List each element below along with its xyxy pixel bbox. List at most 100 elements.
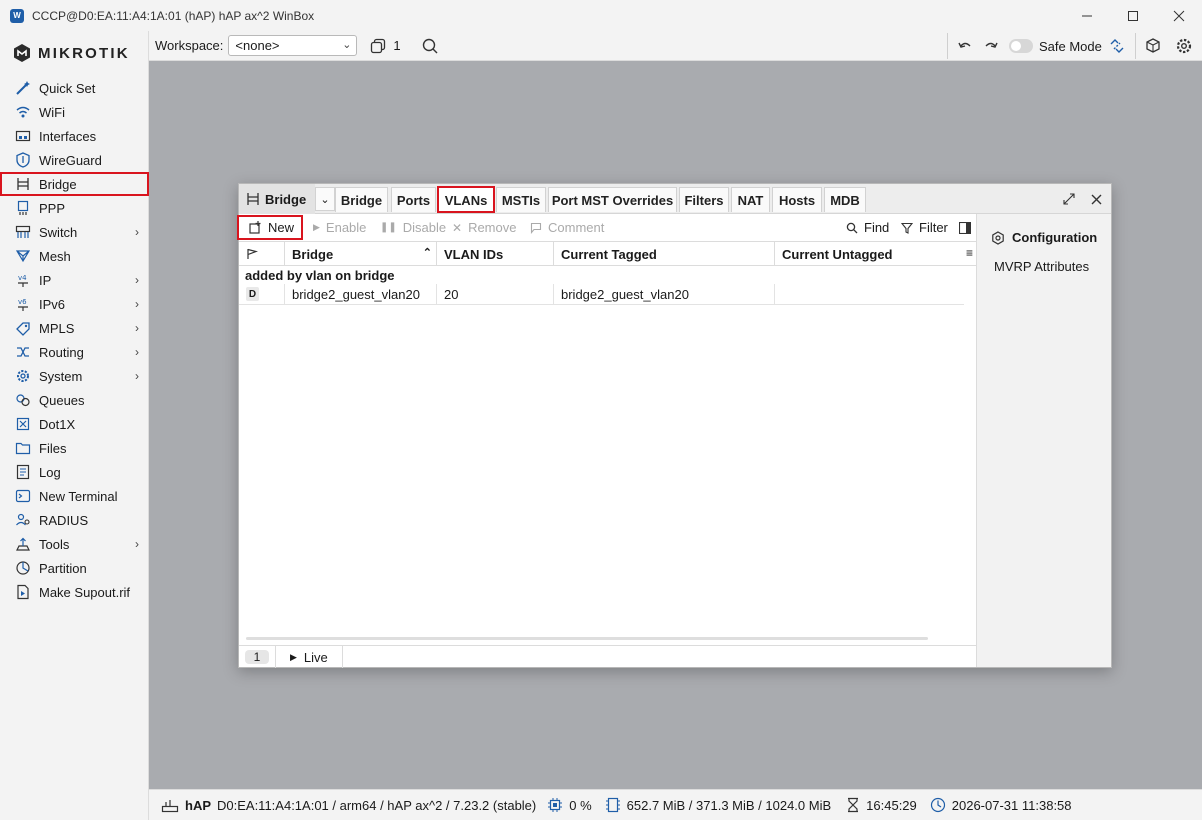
tab-label: Bridge bbox=[340, 192, 383, 208]
enable-button[interactable]: ▶ Enable bbox=[313, 217, 366, 238]
sidebar-item-ipv6[interactable]: v6 IPv6 › bbox=[0, 292, 149, 316]
column-header-current-untagged[interactable]: Current Untagged ≡ bbox=[775, 242, 976, 266]
column-header-label: Current Untagged bbox=[782, 246, 893, 262]
window-close-button[interactable] bbox=[1086, 189, 1106, 209]
column-header-vlan-ids[interactable]: VLAN IDs bbox=[437, 242, 554, 266]
sidebar-item-label: Tools bbox=[39, 536, 70, 552]
bridge-window: Bridge ⌄ Bridge Ports VLANs MSTIs Port M… bbox=[236, 183, 1112, 668]
maximize-button[interactable] bbox=[1110, 0, 1156, 31]
tab-label: VLANs bbox=[444, 192, 488, 208]
tab-mdb[interactable]: MDB bbox=[824, 187, 866, 212]
tab-label: Port MST Overrides bbox=[551, 192, 674, 208]
tab-nat[interactable]: NAT bbox=[731, 187, 770, 212]
column-header-current-tagged[interactable]: Current Tagged bbox=[554, 242, 775, 266]
sidebar-item-label: Quick Set bbox=[39, 80, 96, 96]
sidebar-item-wireguard[interactable]: WireGuard bbox=[0, 148, 149, 172]
window-menu-dropdown[interactable]: ⌄ bbox=[315, 187, 335, 211]
sidebar-item-wifi[interactable]: WiFi bbox=[0, 100, 149, 124]
new-button[interactable]: New bbox=[236, 215, 304, 240]
sidebar-item-routing[interactable]: Routing › bbox=[0, 340, 149, 364]
window-detach-button[interactable] bbox=[1059, 189, 1079, 209]
sidebar-item-label: Files bbox=[39, 440, 67, 456]
comment-button[interactable]: Comment bbox=[530, 217, 604, 238]
dynamic-flag-badge: D bbox=[246, 287, 259, 301]
tab-mstis[interactable]: MSTIs bbox=[496, 187, 546, 212]
minimize-button[interactable] bbox=[1064, 0, 1110, 31]
live-label: Live bbox=[303, 649, 328, 665]
windows-button[interactable] bbox=[367, 35, 389, 57]
tab-vlans[interactable]: VLANs bbox=[437, 186, 495, 213]
current-tagged-cell: bridge2_guest_vlan20 bbox=[554, 284, 775, 304]
safe-mode-toggle[interactable] bbox=[1009, 39, 1033, 53]
table-row[interactable]: D bridge2_guest_vlan20 20 bridge2_guest_… bbox=[239, 284, 964, 305]
sidebar-item-ppp[interactable]: PPP bbox=[0, 196, 149, 220]
configuration-heading[interactable]: Configuration bbox=[991, 230, 1097, 245]
chevron-down-icon: ⌄ bbox=[320, 193, 330, 206]
mvrp-attributes-link[interactable]: MVRP Attributes bbox=[994, 259, 1089, 274]
tab-label: Ports bbox=[396, 192, 431, 208]
settings-button[interactable] bbox=[1173, 35, 1195, 57]
sidebar-item-partition[interactable]: Partition bbox=[0, 556, 149, 580]
tab-hosts[interactable]: Hosts bbox=[772, 187, 822, 212]
status-bar: hAP D0:EA:11:A4:1A:01 / arm64 / hAP ax^2… bbox=[149, 789, 1202, 820]
configuration-panel: Configuration MVRP Attributes bbox=[976, 214, 1111, 667]
sidebar-item-label: Mesh bbox=[39, 248, 71, 264]
config-icon bbox=[992, 230, 1004, 245]
sidebar-item-switch[interactable]: Switch › bbox=[0, 220, 149, 244]
sidebar-item-log[interactable]: Log bbox=[0, 460, 149, 484]
search-button[interactable] bbox=[419, 35, 441, 57]
filter-button[interactable]: Filter bbox=[901, 217, 948, 238]
side-panel-toggle-button[interactable] bbox=[959, 217, 971, 238]
live-button[interactable]: ▶ Live bbox=[275, 646, 343, 668]
mikrotik-logo: MIKROTIK bbox=[12, 43, 130, 63]
cube-plus-icon bbox=[1146, 38, 1160, 53]
sidebar-item-mpls[interactable]: MPLS › bbox=[0, 316, 149, 340]
close-button[interactable] bbox=[1156, 0, 1202, 31]
sidebar-item-bridge[interactable]: Bridge bbox=[0, 172, 149, 196]
tab-port-mst-overrides[interactable]: Port MST Overrides bbox=[548, 187, 677, 212]
window-title-text: Bridge bbox=[265, 191, 307, 207]
broken-link-icon bbox=[1110, 39, 1124, 53]
wireguard-icon bbox=[13, 150, 33, 170]
sidebar-item-mesh[interactable]: Mesh bbox=[0, 244, 149, 268]
sidebar-item-label: Bridge bbox=[39, 176, 77, 192]
column-header-label: Current Tagged bbox=[561, 246, 657, 262]
new-session-button[interactable] bbox=[1142, 35, 1164, 57]
sidebar-item-label: System bbox=[39, 368, 83, 384]
find-button[interactable]: Find bbox=[846, 217, 889, 238]
flag-column-header[interactable] bbox=[239, 242, 285, 266]
row-count-badge: 1 bbox=[245, 650, 269, 664]
main-toolbar: Workspace: <none> ⌄ 1 Safe Mode bbox=[149, 31, 1202, 61]
windows-stack-icon bbox=[371, 38, 386, 53]
column-menu-icon[interactable]: ≡ bbox=[966, 246, 973, 260]
sidebar-item-tools[interactable]: Tools › bbox=[0, 532, 149, 556]
sidebar-item-system[interactable]: System › bbox=[0, 364, 149, 388]
queues-icon bbox=[13, 390, 33, 410]
sidebar-item-interfaces[interactable]: Interfaces bbox=[0, 124, 149, 148]
horizontal-scrollbar[interactable] bbox=[246, 637, 928, 640]
title-bar: W CCCP@D0:EA:11:A4:1A:01 (hAP) hAP ax^2 … bbox=[0, 0, 1202, 31]
sidebar-item-files[interactable]: Files bbox=[0, 436, 149, 460]
sidebar-item-radius[interactable]: RADIUS bbox=[0, 508, 149, 532]
column-header-bridge[interactable]: Bridge ⌃ bbox=[285, 242, 437, 266]
workspace-value: <none> bbox=[235, 38, 280, 53]
safe-mode-link-button[interactable] bbox=[1106, 35, 1128, 57]
chevron-right-icon: › bbox=[135, 297, 139, 311]
sidebar-item-new-terminal[interactable]: New Terminal bbox=[0, 484, 149, 508]
remove-button[interactable]: ✕ Remove bbox=[452, 217, 516, 238]
sidebar-item-make-supout[interactable]: Make Supout.rif bbox=[0, 580, 149, 604]
sidebar-item-dot1x[interactable]: Dot1X bbox=[0, 412, 149, 436]
undo-button[interactable] bbox=[954, 35, 976, 57]
tab-ports[interactable]: Ports bbox=[391, 187, 436, 212]
workspace-select[interactable]: <none> ⌄ bbox=[228, 35, 358, 56]
sidebar-item-ip[interactable]: v4 IP › bbox=[0, 268, 149, 292]
disable-button[interactable]: ❚❚ Disable bbox=[380, 217, 446, 238]
column-header-label: Bridge bbox=[292, 246, 334, 262]
sidebar-item-label: WiFi bbox=[39, 104, 65, 120]
tab-bridge[interactable]: Bridge bbox=[335, 187, 388, 212]
tab-filters[interactable]: Filters bbox=[679, 187, 729, 212]
chevron-right-icon: › bbox=[135, 345, 139, 359]
sidebar-item-quick-set[interactable]: Quick Set bbox=[0, 76, 149, 100]
redo-button[interactable] bbox=[980, 35, 1002, 57]
sidebar-item-queues[interactable]: Queues bbox=[0, 388, 149, 412]
